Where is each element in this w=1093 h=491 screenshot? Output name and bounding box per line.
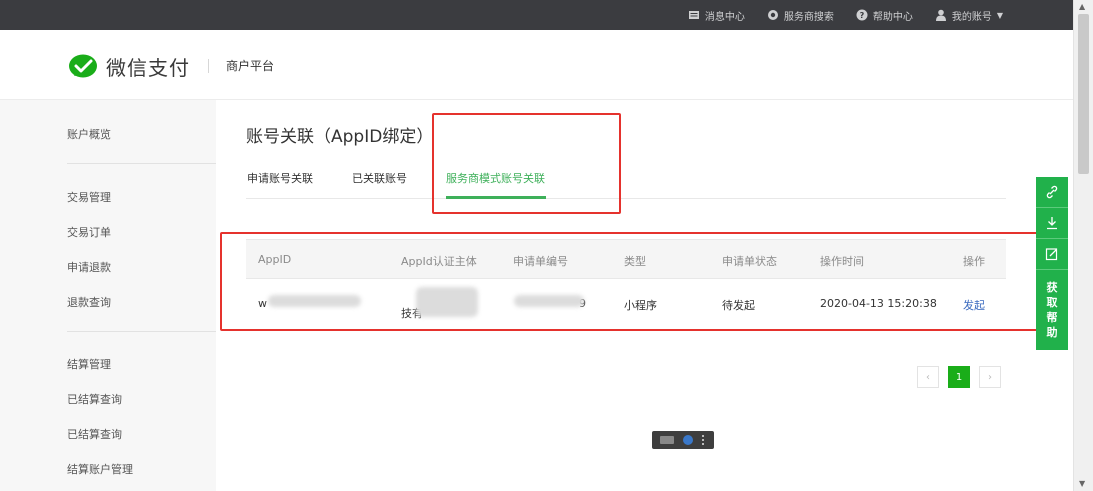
- my-account-menu[interactable]: 我的账号 ▼: [935, 8, 1003, 23]
- wechat-pay-logo-icon: [69, 54, 97, 77]
- scroll-thumb[interactable]: [1078, 14, 1089, 174]
- page-title: 账号关联（AppID绑定）: [246, 127, 434, 147]
- highlight-box-tab: [432, 113, 621, 214]
- chevron-up-down-icon[interactable]: [701, 435, 706, 445]
- floating-help-panel: 获 取 帮 助: [1036, 177, 1068, 350]
- tabs-baseline: [246, 198, 1006, 199]
- pagination: ‹ 1 ›: [917, 366, 1001, 388]
- header: 微信支付 商户平台: [0, 30, 1073, 100]
- svg-text:?: ?: [860, 11, 865, 20]
- chevron-down-icon: ▼: [996, 10, 1003, 20]
- message-center-link[interactable]: 消息中心: [688, 8, 745, 23]
- tab-apply-account-link[interactable]: 申请账号关联: [247, 170, 313, 186]
- link-button[interactable]: [1036, 177, 1068, 208]
- get-help-button[interactable]: 获 取 帮 助: [1036, 270, 1068, 350]
- help-char: 助: [1046, 326, 1058, 339]
- message-icon: [688, 11, 699, 19]
- sidebar-item-trade-management[interactable]: 交易管理: [67, 189, 111, 205]
- edit-button[interactable]: [1036, 239, 1068, 270]
- message-center-label: 消息中心: [704, 11, 745, 23]
- sidebar-item-trade-orders[interactable]: 交易订单: [67, 224, 111, 240]
- sidebar-item-refund-query[interactable]: 退款查询: [67, 294, 111, 310]
- sidebar-item-apply-refund[interactable]: 申请退款: [67, 259, 111, 275]
- brand-name: 微信支付: [106, 56, 190, 80]
- prev-page-button[interactable]: ‹: [917, 366, 939, 388]
- sidebar-item-settlement-account[interactable]: 结算账户管理: [67, 461, 133, 477]
- sidebar-item-settlement-management[interactable]: 结算管理: [67, 356, 111, 372]
- user-icon: [935, 9, 946, 21]
- scroll-up-icon[interactable]: ▲: [1079, 2, 1085, 11]
- sidebar-item-settled-query-2[interactable]: 已结算查询: [67, 426, 122, 442]
- tab-linked-accounts[interactable]: 已关联账号: [352, 170, 407, 186]
- help-char: 帮: [1046, 311, 1058, 324]
- help-char: 取: [1046, 296, 1058, 309]
- provider-search-link[interactable]: 服务商搜索: [767, 8, 834, 23]
- next-page-button[interactable]: ›: [979, 366, 1001, 388]
- my-account-label: 我的账号: [951, 11, 992, 23]
- help-center-label: 帮助中心: [872, 11, 913, 23]
- help-center-link[interactable]: ? 帮助中心: [856, 8, 913, 23]
- keyboard-icon[interactable]: [660, 436, 675, 444]
- vertical-scrollbar[interactable]: ▲ ▼: [1073, 0, 1093, 491]
- edit-icon: [1045, 248, 1058, 261]
- header-divider: [208, 59, 209, 73]
- sidebar-divider: [67, 331, 216, 332]
- provider-search-label: 服务商搜索: [783, 11, 834, 23]
- link-icon: [1046, 185, 1058, 199]
- brand-logo[interactable]: 微信支付: [68, 52, 190, 81]
- top-nav: 消息中心 服务商搜索 ? 帮助中心 我的账号 ▼: [688, 0, 1003, 30]
- platform-name: 商户平台: [226, 59, 275, 73]
- sidebar-item-account-overview[interactable]: 账户概览: [67, 126, 111, 142]
- help-char: 获: [1046, 281, 1058, 294]
- highlight-box-table: [220, 232, 1042, 331]
- sidebar: 账户概览 交易管理 交易订单 申请退款 退款查询 结算管理 已结算查询 已结算查…: [0, 100, 216, 491]
- help-icon: ?: [856, 9, 868, 21]
- sidebar-divider: [67, 163, 216, 164]
- help-circle-icon[interactable]: [682, 435, 693, 445]
- mini-toolbar: [652, 431, 714, 449]
- search-icon: [767, 10, 778, 20]
- scroll-down-icon[interactable]: ▼: [1079, 479, 1085, 488]
- download-icon: [1047, 217, 1057, 230]
- sidebar-item-settled-query[interactable]: 已结算查询: [67, 391, 122, 407]
- page-1-button[interactable]: 1: [948, 366, 970, 388]
- top-bar: 消息中心 服务商搜索 ? 帮助中心 我的账号 ▼: [0, 0, 1073, 30]
- download-button[interactable]: [1036, 208, 1068, 239]
